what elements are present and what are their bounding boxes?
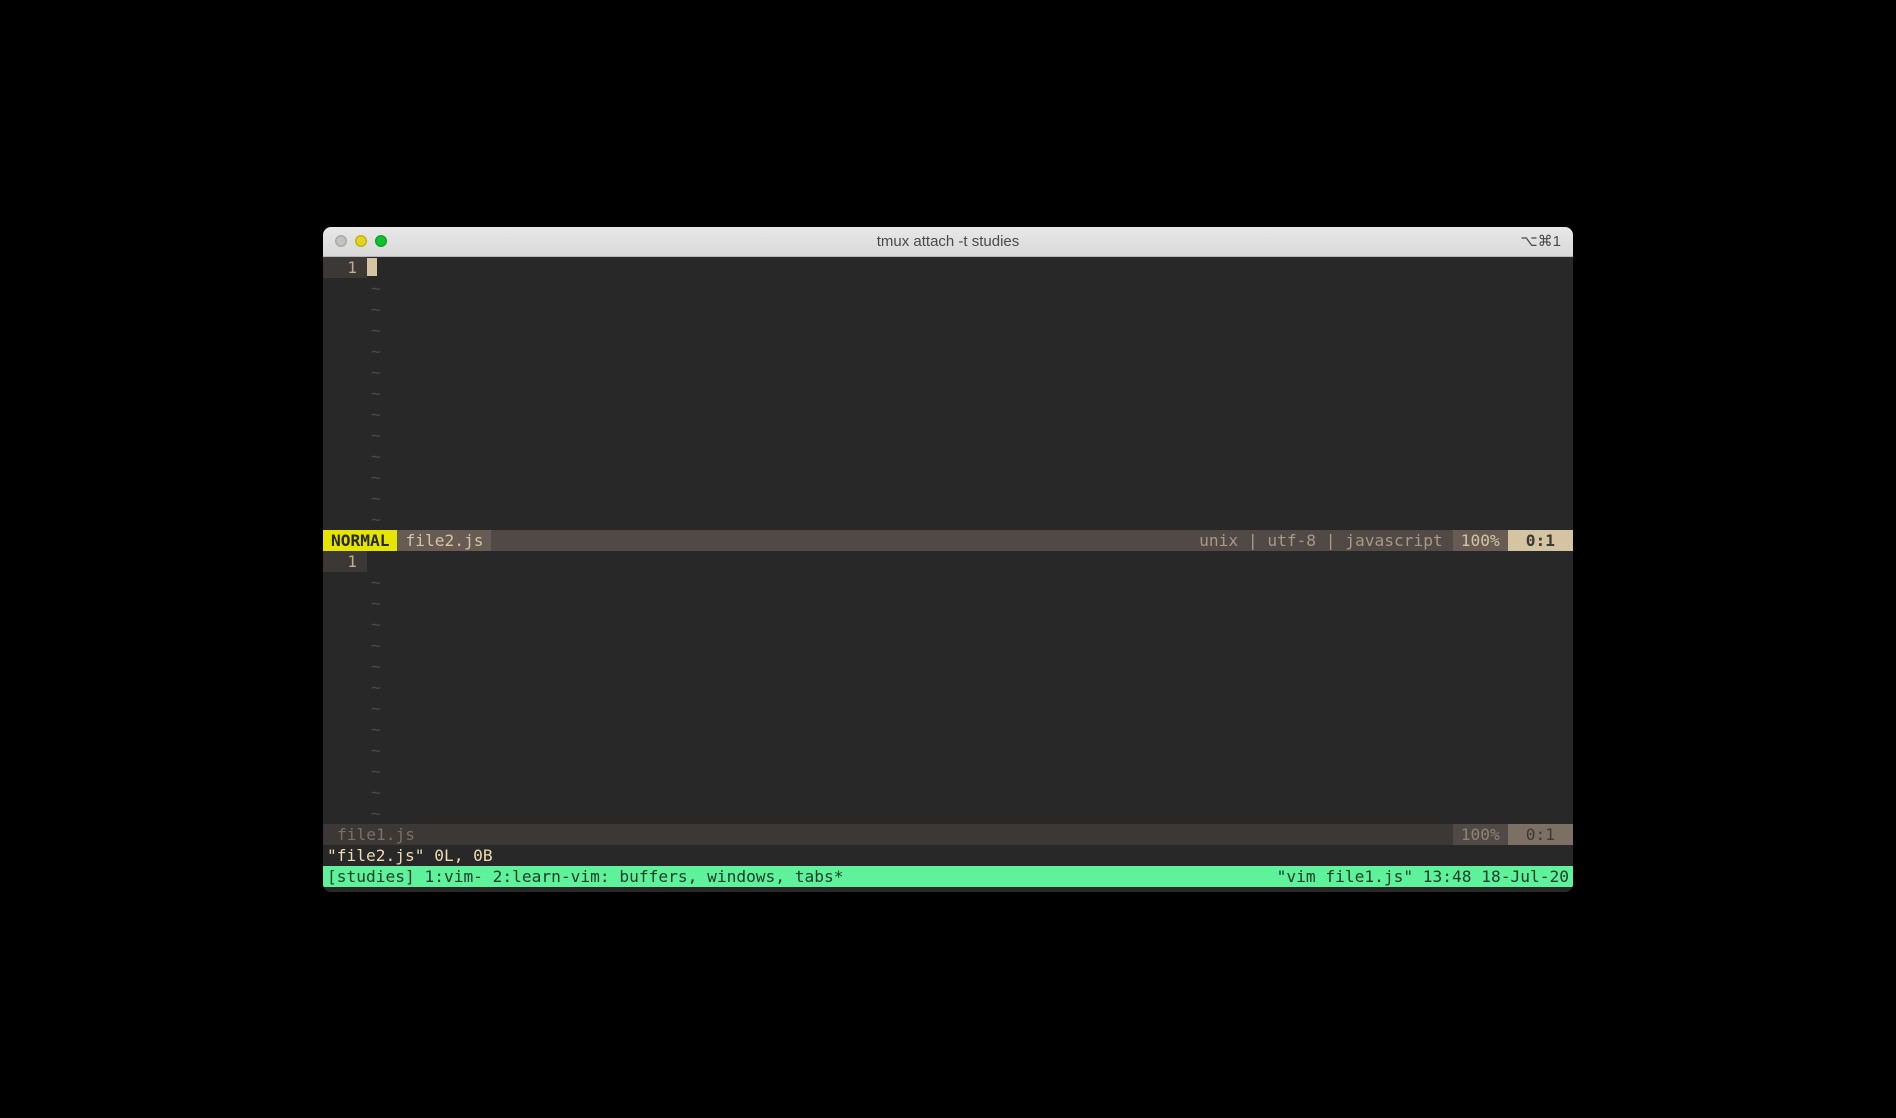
tmux-status-right: "vim file1.js" 13:48 18-Jul-20 xyxy=(1277,866,1569,887)
traffic-lights xyxy=(335,235,387,247)
zoom-icon[interactable] xyxy=(375,235,387,247)
vim-percent-inactive: 100% xyxy=(1453,824,1508,845)
vim-percent: 100% xyxy=(1453,530,1508,551)
vim-statusline-inactive: file1.js 100% 0:1 xyxy=(323,824,1573,845)
cursor-block xyxy=(367,258,377,276)
window-title: tmux attach -t studies xyxy=(323,231,1573,252)
tilde-marker: ~ xyxy=(367,572,381,593)
line-number: 1 xyxy=(323,551,367,572)
close-icon[interactable] xyxy=(335,235,347,247)
minimize-icon[interactable] xyxy=(355,235,367,247)
terminal-body[interactable]: 1 ~ ~ ~ ~ ~ ~ ~ ~ ~ ~ ~ ~ NORMAL file2.j… xyxy=(323,257,1573,892)
tmux-statusbar[interactable]: [studies] 1:vim- 2:learn-vim: buffers, w… xyxy=(323,866,1573,887)
terminal-window: tmux attach -t studies ⌥⌘1 1 ~ ~ ~ ~ ~ ~… xyxy=(323,227,1573,892)
vim-position-inactive: 0:1 xyxy=(1508,824,1573,845)
vim-statusline-active: NORMAL file2.js unix | utf-8 | javascrip… xyxy=(323,530,1573,551)
vim-fileinfo: unix | utf-8 | javascript xyxy=(1199,530,1453,551)
titlebar: tmux attach -t studies ⌥⌘1 xyxy=(323,227,1573,257)
editor-line[interactable]: 1 xyxy=(323,257,1573,278)
tilde-marker: ~ xyxy=(367,278,381,299)
vim-filename: file2.js xyxy=(397,530,491,551)
vim-position: 0:1 xyxy=(1508,530,1573,551)
vim-message-line: "file2.js" 0L, 0B xyxy=(323,845,1573,866)
vim-pane-bottom[interactable]: 1 ~ ~ ~ ~ ~ ~ ~ ~ ~ ~ ~ ~ xyxy=(323,551,1573,824)
vim-pane-top[interactable]: 1 ~ ~ ~ ~ ~ ~ ~ ~ ~ ~ ~ ~ xyxy=(323,257,1573,530)
editor-line[interactable]: 1 xyxy=(323,551,1573,572)
tmux-status-left: [studies] 1:vim- 2:learn-vim: buffers, w… xyxy=(327,866,844,887)
vim-filename-inactive: file1.js xyxy=(323,824,429,845)
window-shortcut: ⌥⌘1 xyxy=(1520,231,1561,252)
vim-mode-badge: NORMAL xyxy=(323,530,397,551)
line-number: 1 xyxy=(323,257,367,278)
